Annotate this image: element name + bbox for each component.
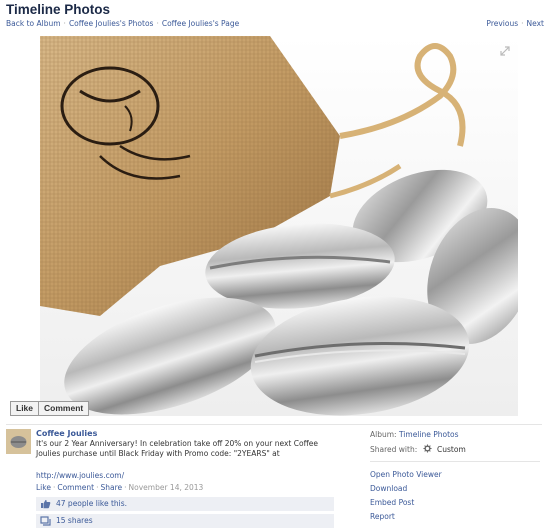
album-row: Album: Timeline Photos bbox=[370, 430, 540, 440]
photo-stage bbox=[6, 36, 546, 416]
like-button[interactable]: Like bbox=[10, 401, 40, 416]
embed-post-link[interactable]: Embed Post bbox=[370, 498, 540, 508]
privacy-selector[interactable]: Custom bbox=[437, 445, 466, 454]
sidebar-divider bbox=[370, 461, 540, 462]
likes-summary: 47 people like this. bbox=[36, 497, 334, 511]
post-author[interactable]: Coffee Joulies bbox=[36, 429, 97, 438]
post-share-link[interactable]: Share bbox=[100, 483, 122, 492]
album-link[interactable]: Timeline Photos bbox=[399, 430, 459, 439]
gear-icon bbox=[423, 444, 432, 453]
page-link[interactable]: Coffee Joulies's Page bbox=[162, 19, 239, 28]
photo-navigation: Previous · Next bbox=[486, 19, 544, 28]
breadcrumb-separator: · bbox=[63, 19, 66, 28]
likes-count-link[interactable]: 47 people like this. bbox=[56, 497, 127, 511]
post-link[interactable]: http://www.joulies.com/ bbox=[36, 471, 124, 480]
photo-sidebar: Album: Timeline Photos Shared with: Cust… bbox=[370, 430, 540, 526]
page-title: Timeline Photos bbox=[6, 2, 111, 17]
album-label: Album: bbox=[370, 430, 397, 439]
comment-button[interactable]: Comment bbox=[39, 401, 90, 416]
shares-count-link[interactable]: 15 shares bbox=[56, 514, 93, 528]
breadcrumb-separator: · bbox=[156, 19, 159, 28]
post-like-link[interactable]: Like bbox=[36, 483, 51, 492]
post-actions: Like · Comment · Share · November 14, 2013 bbox=[36, 483, 203, 492]
nav-separator: · bbox=[521, 19, 524, 28]
expand-icon[interactable] bbox=[500, 46, 510, 56]
report-link[interactable]: Report bbox=[370, 512, 540, 522]
open-photo-viewer-link[interactable]: Open Photo Viewer bbox=[370, 470, 540, 480]
download-link[interactable]: Download bbox=[370, 484, 540, 494]
main-photo[interactable] bbox=[40, 36, 518, 416]
photo-image bbox=[40, 36, 518, 416]
privacy-row: Shared with: Custom bbox=[370, 444, 540, 455]
share-icon bbox=[40, 516, 51, 526]
post-details: Coffee Joulies It's our 2 Year Anniversa… bbox=[6, 424, 542, 528]
like-comment-bar: Like Comment bbox=[10, 401, 90, 416]
post-caption: It's our 2 Year Anniversary! In celebrat… bbox=[36, 439, 318, 458]
thumbs-up-icon bbox=[41, 500, 51, 509]
back-to-album-link[interactable]: Back to Album bbox=[6, 19, 61, 28]
shared-with-label: Shared with: bbox=[370, 445, 418, 454]
breadcrumb: Back to Album · Coffee Joulies's Photos · Co… bbox=[6, 19, 239, 28]
post-comment-link[interactable]: Comment bbox=[57, 483, 94, 492]
post-date[interactable]: November 14, 2013 bbox=[129, 483, 204, 492]
shares-summary: 15 shares bbox=[36, 514, 334, 528]
avatar-image bbox=[6, 429, 31, 454]
photos-link[interactable]: Coffee Joulies's Photos bbox=[69, 19, 154, 28]
previous-link[interactable]: Previous bbox=[486, 19, 518, 28]
next-link[interactable]: Next bbox=[527, 19, 544, 28]
avatar[interactable] bbox=[6, 429, 31, 454]
